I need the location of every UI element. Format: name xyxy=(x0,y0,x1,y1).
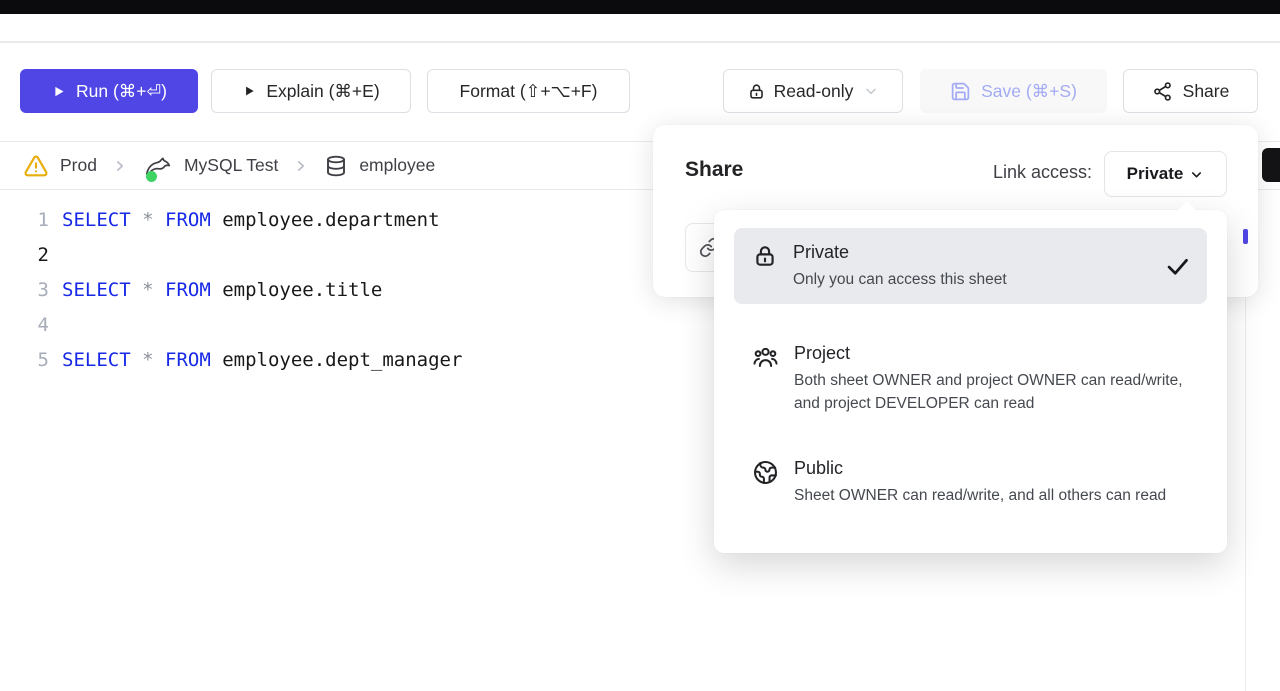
menu-item-public[interactable]: Public Sheet OWNER can read/write, and a… xyxy=(734,457,1207,507)
explain-button-label: Explain (⌘+E) xyxy=(266,81,379,102)
format-button[interactable]: Format (⇧+⌥+F) xyxy=(427,69,630,113)
option-description: Only you can access this sheet xyxy=(793,268,1007,291)
mysql-dolphin-icon xyxy=(143,152,173,180)
line-number: 4 xyxy=(0,314,62,336)
save-button[interactable]: Save (⌘+S) xyxy=(920,69,1107,113)
toolbar-top-divider xyxy=(0,41,1280,43)
chevron-down-icon xyxy=(863,83,879,99)
line-number: 3 xyxy=(0,279,62,301)
instance-name: MySQL Test xyxy=(184,155,278,176)
share-network-icon xyxy=(1152,81,1173,102)
check-icon xyxy=(1164,253,1191,280)
menu-item-project[interactable]: Project Both sheet OWNER and project OWN… xyxy=(734,342,1207,415)
sql-statement: SELECT * FROM employee.title xyxy=(62,279,382,301)
right-edge-dark-element xyxy=(1262,148,1280,182)
play-icon xyxy=(51,84,66,99)
editor-line[interactable]: 3 SELECT * FROM employee.title xyxy=(0,272,660,307)
save-floppy-icon xyxy=(950,81,971,102)
sql-code-editor[interactable]: 1 SELECT * FROM employee.department 2 3 … xyxy=(0,202,660,377)
readonly-mode-dropdown[interactable]: Read-only xyxy=(723,69,903,113)
instance-status-dot xyxy=(146,171,157,182)
sql-editor-screen: Run (⌘+⏎) Explain (⌘+E) Format (⇧+⌥+F) R… xyxy=(0,0,1280,691)
explain-button[interactable]: Explain (⌘+E) xyxy=(211,69,411,113)
lock-icon xyxy=(747,82,766,101)
option-title: Private xyxy=(793,241,1007,264)
line-number: 1 xyxy=(0,209,62,231)
link-access-select[interactable]: Private xyxy=(1104,151,1227,197)
save-button-label: Save (⌘+S) xyxy=(981,81,1077,102)
link-access-value: Private xyxy=(1127,164,1184,184)
run-button[interactable]: Run (⌘+⏎) xyxy=(20,69,198,113)
environment-name: Prod xyxy=(60,155,97,176)
editor-line[interactable]: 5 SELECT * FROM employee.dept_manager xyxy=(0,342,660,377)
share-button-label: Share xyxy=(1183,81,1230,102)
editor-line[interactable]: 2 xyxy=(0,237,660,272)
chevron-down-icon xyxy=(1189,167,1204,182)
window-top-bar xyxy=(0,0,1280,14)
lock-icon xyxy=(752,243,778,269)
option-description: Sheet OWNER can read/write, and all othe… xyxy=(794,484,1166,507)
editor-line[interactable]: 1 SELECT * FROM employee.department xyxy=(0,202,660,237)
option-description: Both sheet OWNER and project OWNER can r… xyxy=(794,369,1191,415)
chevron-right-icon xyxy=(111,157,129,175)
breadcrumb-database[interactable]: employee xyxy=(324,154,435,178)
database-cylinder-icon xyxy=(324,154,348,178)
share-dialog-title: Share xyxy=(685,158,743,182)
link-access-menu: Private Only you can access this sheet P… xyxy=(714,210,1227,553)
breadcrumb-environment[interactable]: Prod xyxy=(23,153,97,179)
line-number: 2 xyxy=(0,244,62,266)
copy-link-button-edge[interactable] xyxy=(1243,229,1248,244)
readonly-label: Read-only xyxy=(774,81,854,102)
user-group-icon xyxy=(752,344,779,371)
chevron-right-icon xyxy=(292,157,310,175)
sql-statement: SELECT * FROM employee.dept_manager xyxy=(62,349,462,371)
breadcrumb-instance[interactable]: MySQL Test xyxy=(143,152,278,180)
share-button[interactable]: Share xyxy=(1123,69,1258,113)
warning-triangle-icon xyxy=(23,153,49,179)
play-icon xyxy=(242,84,256,98)
editor-line[interactable]: 4 xyxy=(0,307,660,342)
option-title: Public xyxy=(794,457,1166,480)
link-access-label: Link access: xyxy=(993,162,1092,183)
globe-icon xyxy=(752,459,779,486)
line-number: 5 xyxy=(0,349,62,371)
database-name: employee xyxy=(359,155,435,176)
option-title: Project xyxy=(794,342,1191,365)
format-button-label: Format (⇧+⌥+F) xyxy=(460,81,598,102)
menu-item-private[interactable]: Private Only you can access this sheet xyxy=(734,228,1207,304)
sql-statement: SELECT * FROM employee.department xyxy=(62,209,440,231)
run-button-label: Run (⌘+⏎) xyxy=(76,81,167,102)
